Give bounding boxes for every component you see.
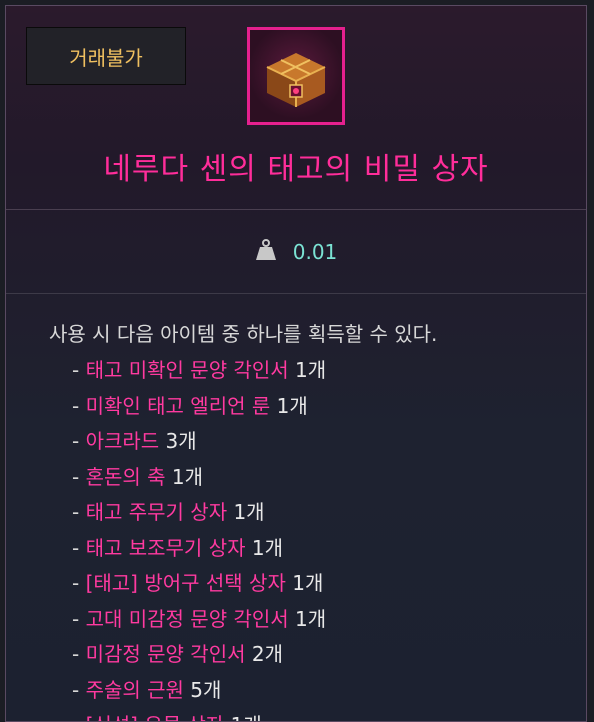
reward-qty: 1개 bbox=[295, 606, 327, 631]
reward-qty: 1개 bbox=[231, 713, 262, 721]
reward-name: 태고 보조무기 상자 bbox=[85, 535, 246, 560]
reward-dash: - bbox=[72, 500, 80, 524]
reward-name: [태고] 방어구 선택 상자 bbox=[85, 571, 286, 595]
reward-dash: - bbox=[72, 429, 80, 453]
reward-item: - [태고] 방어구 선택 상자 1개 bbox=[49, 566, 586, 602]
reward-dash: - bbox=[72, 393, 80, 418]
reward-list: - 태고 미확인 문양 각인서 1개 - 미확인 태고 엘리언 룬 1개 - 아… bbox=[49, 353, 586, 721]
reward-qty: 1개 bbox=[292, 571, 324, 595]
tooltip-header: 거래불가 네루다 센의 태고의 비밀 상자 bbox=[6, 6, 586, 210]
tooltip-body: 사용 시 다음 아이템 중 하나를 획득할 수 있다. - 태고 미확인 문양 … bbox=[6, 294, 586, 721]
weight-icon bbox=[255, 238, 277, 265]
reward-item: - 미확인 태고 엘리언 룬 1개 bbox=[49, 389, 586, 425]
weight-row: 0.01 bbox=[6, 210, 586, 294]
reward-name: 미확인 태고 엘리언 룬 bbox=[85, 393, 271, 418]
reward-qty: 1개 bbox=[295, 358, 327, 382]
reward-item: - 태고 주무기 상자 1개 bbox=[49, 495, 586, 531]
reward-name: 태고 주무기 상자 bbox=[85, 500, 228, 524]
reward-dash: - bbox=[72, 358, 80, 382]
reward-name: 태고 미확인 문양 각인서 bbox=[85, 358, 289, 382]
treasure-chest-icon bbox=[247, 27, 345, 125]
reward-dash: - bbox=[72, 606, 80, 631]
item-name: 네루다 센의 태고의 비밀 상자 bbox=[103, 152, 489, 187]
reward-qty: 1개 bbox=[251, 535, 283, 560]
reward-qty: 1개 bbox=[276, 393, 308, 418]
reward-qty: 3개 bbox=[165, 429, 197, 453]
chest-graphic bbox=[266, 53, 326, 107]
item-tooltip: 거래불가 네루다 센의 태고의 비밀 상자 0.01 사용 시 다음 아이템 중… bbox=[5, 5, 587, 722]
reward-name: 주술의 근원 bbox=[85, 677, 184, 702]
reward-name: 혼돈의 축 bbox=[85, 464, 166, 489]
reward-qty: 5개 bbox=[190, 677, 222, 702]
item-description: 사용 시 다음 아이템 중 하나를 획득할 수 있다. bbox=[49, 322, 438, 346]
reward-name: 미감정 문양 각인서 bbox=[85, 642, 246, 666]
reward-dash: - bbox=[72, 571, 80, 595]
reward-qty: 2개 bbox=[251, 642, 283, 666]
reward-dash: - bbox=[72, 642, 80, 666]
reward-dash: - bbox=[72, 713, 79, 721]
reward-qty: 1개 bbox=[171, 464, 204, 489]
reward-dash: - bbox=[72, 677, 80, 702]
reward-dash: - bbox=[72, 535, 80, 560]
reward-dash: - bbox=[72, 464, 80, 489]
reward-item: - 태고 보조무기 상자 1개 bbox=[49, 531, 586, 567]
reward-item: - 주술의 근원 5개 bbox=[49, 673, 586, 709]
reward-item: - [신성] 유물 상자 1개 bbox=[49, 708, 586, 721]
reward-item: - 미감정 문양 각인서 2개 bbox=[49, 637, 586, 673]
weight-value: 0.01 bbox=[292, 239, 338, 264]
reward-item: - 아크라드 3개 bbox=[49, 424, 586, 460]
reward-item: - 혼돈의 축 1개 bbox=[49, 460, 586, 496]
reward-qty: 1개 bbox=[233, 500, 265, 524]
reward-item: - 고대 미감정 문양 각인서 1개 bbox=[49, 602, 586, 638]
reward-name: 아크라드 bbox=[85, 429, 160, 453]
reward-item: - 태고 미확인 문양 각인서 1개 bbox=[49, 353, 586, 389]
reward-name: 고대 미감정 문양 각인서 bbox=[85, 606, 289, 631]
untradeable-badge: 거래불가 bbox=[26, 27, 186, 85]
reward-name: [신성] 유물 상자 bbox=[86, 713, 225, 721]
